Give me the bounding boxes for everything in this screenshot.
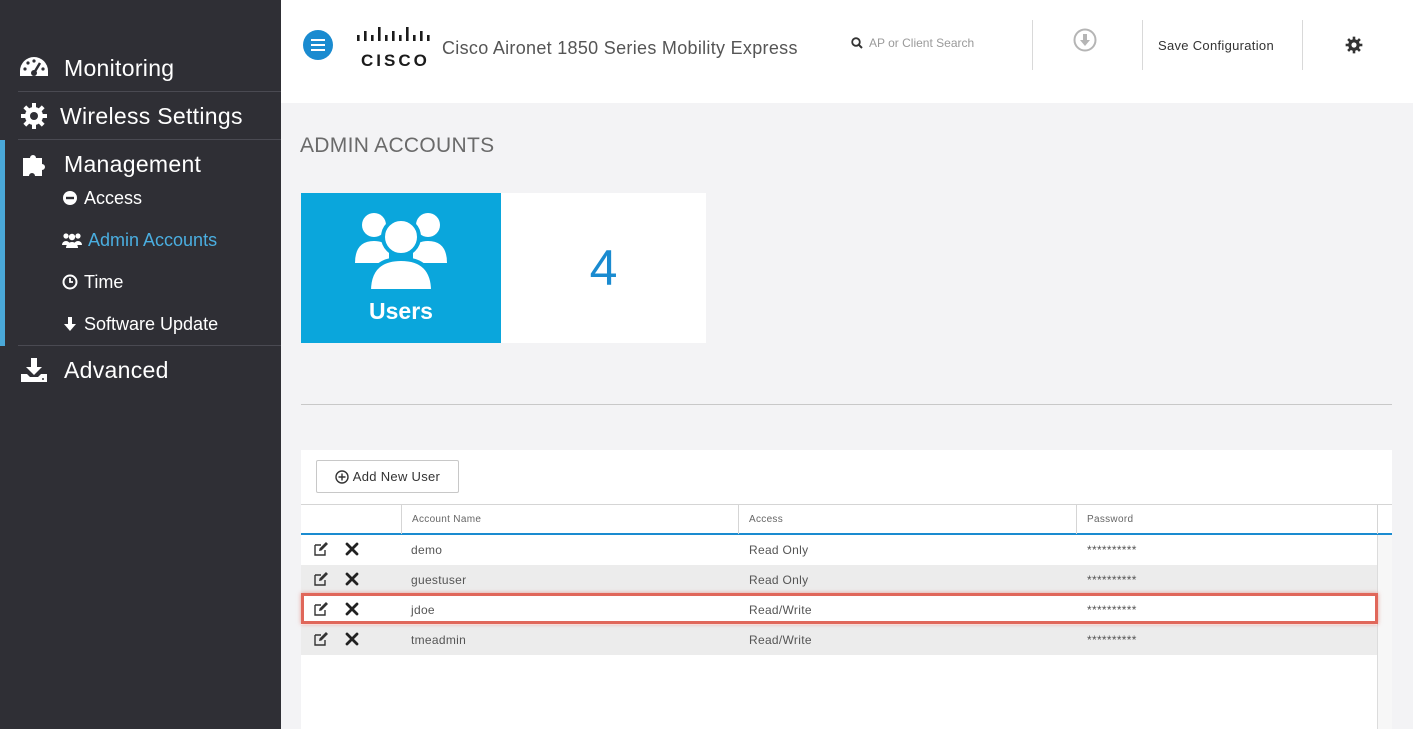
page-title: ADMIN ACCOUNTS — [300, 134, 495, 157]
password-cell: ********** — [1087, 543, 1137, 557]
header-divider — [1142, 20, 1143, 70]
table-row[interactable]: demo Read Only ********** — [301, 535, 1377, 565]
sidebar: Monitoring Wireless Settings Management … — [0, 0, 281, 729]
password-cell: ********** — [1087, 603, 1137, 617]
edit-icon[interactable] — [313, 571, 329, 587]
users-summary-tile: Users 4 — [301, 193, 706, 343]
password-cell: ********** — [1087, 633, 1137, 647]
table-row[interactable]: tmeadmin Read/Write ********** — [301, 625, 1377, 655]
account-name-cell: jdoe — [411, 603, 435, 617]
table-row[interactable]: guestuser Read Only ********** — [301, 565, 1377, 595]
sidebar-subitem-label: Admin Accounts — [88, 229, 218, 250]
clock-icon — [60, 272, 80, 292]
header-scroll-spacer — [1377, 505, 1392, 534]
cisco-wordmark: CISCO — [361, 51, 430, 70]
sidebar-subitem-access[interactable]: Access — [60, 183, 142, 213]
sidebar-item-label: Advanced — [64, 356, 169, 383]
account-name-cell: tmeadmin — [411, 633, 467, 647]
delete-icon[interactable] — [344, 571, 360, 587]
sidebar-item-monitoring[interactable]: Monitoring — [18, 44, 281, 92]
sidebar-subitem-label: Time — [84, 271, 124, 292]
access-cell: Read Only — [749, 543, 809, 557]
users-tile-icon-panel: Users — [301, 193, 501, 343]
edit-icon[interactable] — [313, 541, 329, 557]
arrow-down-icon — [60, 314, 80, 334]
puzzle-icon — [18, 148, 50, 180]
sidebar-subitem-admin-accounts[interactable]: Admin Accounts — [60, 225, 217, 255]
active-section-indicator — [0, 140, 5, 346]
column-header-account-name[interactable]: Account Name — [401, 505, 738, 534]
delete-icon[interactable] — [344, 601, 360, 617]
users-icon — [355, 213, 447, 291]
sidebar-subitem-time[interactable]: Time — [60, 267, 123, 297]
column-header-access[interactable]: Access — [738, 505, 1076, 534]
hamburger-icon — [311, 39, 325, 51]
dashboard-icon — [18, 52, 50, 84]
column-header-password[interactable]: Password — [1076, 505, 1377, 534]
section-divider — [301, 404, 1392, 405]
users-count: 4 — [589, 240, 618, 296]
sidebar-subitem-label: Access — [84, 187, 143, 208]
header-divider — [1032, 20, 1033, 70]
edit-icon[interactable] — [313, 601, 329, 617]
account-name-cell: demo — [411, 543, 443, 557]
access-cell: Read/Write — [749, 633, 812, 647]
sidebar-subitem-label: Software Update — [84, 313, 219, 334]
sidebar-item-label: Management — [64, 150, 202, 177]
users-icon — [60, 230, 84, 250]
sidebar-item-label: Monitoring — [64, 54, 175, 81]
search-input[interactable] — [869, 36, 1029, 50]
sidebar-subitem-software-update[interactable]: Software Update — [60, 309, 218, 339]
users-tile-label: Users — [369, 298, 433, 324]
header-divider — [1302, 20, 1303, 70]
edit-icon[interactable] — [313, 631, 329, 647]
gear-icon — [18, 100, 50, 132]
add-new-user-label: Add New User — [352, 469, 441, 484]
vertical-scrollbar[interactable] — [1377, 535, 1392, 729]
gear-icon — [1345, 36, 1363, 54]
sidebar-item-wireless-settings[interactable]: Wireless Settings — [18, 92, 281, 140]
account-name-cell: guestuser — [411, 573, 467, 587]
product-title: Cisco Aironet 1850 Series Mobility Expre… — [442, 38, 798, 58]
actions-column-header — [301, 505, 401, 534]
menu-toggle-button[interactable] — [303, 30, 333, 60]
search-icon — [851, 37, 863, 49]
download-tray-icon — [18, 354, 50, 386]
delete-icon[interactable] — [344, 541, 360, 557]
top-header: CISCO Cisco Aironet 1850 Series Mobility… — [281, 0, 1413, 103]
download-button[interactable] — [1073, 28, 1099, 54]
add-new-user-button[interactable]: Add New User — [316, 460, 459, 493]
sidebar-item-management[interactable]: Management — [18, 140, 281, 188]
access-cell: Read Only — [749, 573, 809, 587]
password-cell: ********** — [1087, 573, 1137, 587]
cisco-logo: CISCO — [355, 24, 431, 70]
save-configuration-button[interactable]: Save Configuration — [1158, 38, 1274, 53]
minus-circle-icon — [60, 188, 80, 208]
table-row-highlighted[interactable]: jdoe Read/Write ********** — [301, 595, 1377, 625]
download-circle-icon — [1073, 28, 1097, 52]
settings-button[interactable] — [1345, 36, 1363, 54]
plus-circle-icon — [335, 469, 349, 484]
sidebar-item-advanced[interactable]: Advanced — [18, 346, 281, 394]
admin-accounts-panel: Add New User Account Name Access Passwor… — [301, 450, 1392, 729]
access-cell: Read/Write — [749, 603, 812, 617]
table-header: Account Name Access Password — [301, 504, 1392, 535]
cisco-bridge-icon — [357, 27, 430, 41]
search-box[interactable] — [851, 36, 1029, 50]
sidebar-item-label: Wireless Settings — [60, 102, 243, 129]
delete-icon[interactable] — [344, 631, 360, 647]
